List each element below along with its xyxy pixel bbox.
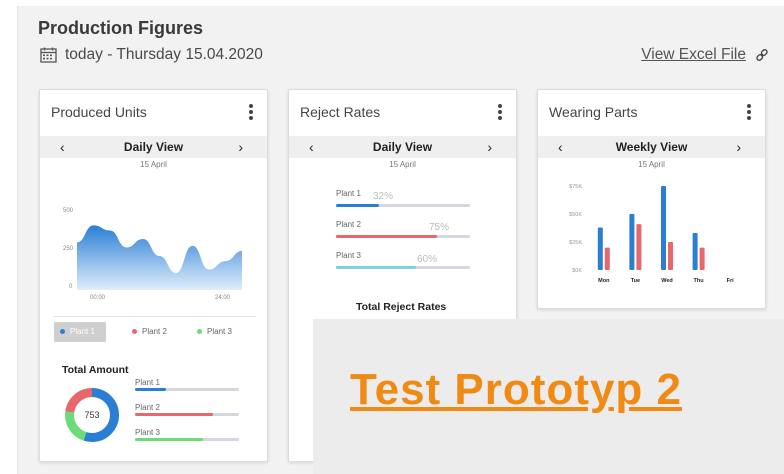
bar-thu-plant-2 xyxy=(699,247,705,270)
y-tick: 250 xyxy=(63,246,74,252)
plant-3-bar-fill xyxy=(135,438,203,441)
plant-3-label: Plant 3 xyxy=(135,428,160,437)
next-arrow-icon[interactable]: › xyxy=(736,136,741,158)
link-icon[interactable] xyxy=(755,48,769,62)
y-tick-label: $0K xyxy=(572,268,582,274)
legend-plant-2[interactable]: Plant 2 xyxy=(126,322,167,342)
plant-1-bar xyxy=(135,388,239,391)
plant-2-label: Plant 2 xyxy=(135,403,160,412)
plant-3-bar xyxy=(135,438,239,441)
view-selector: ‹ Daily View › xyxy=(40,136,267,158)
donut-center-value: 753 xyxy=(84,410,99,420)
x-tick: 00:00 xyxy=(90,295,106,301)
produced-units-card: Produced Units ‹ Daily View › 15 April 5… xyxy=(39,89,268,462)
area-series-plant-1 xyxy=(77,225,242,290)
x-tick-label: Fri xyxy=(727,278,735,284)
view-label: Daily View xyxy=(372,140,433,154)
view-label: Daily View xyxy=(123,140,184,154)
y-tick-label: $50K xyxy=(569,212,582,218)
test-prototype-link[interactable]: Test Prototyp 2 xyxy=(350,365,682,415)
view-label: Weekly View xyxy=(615,140,688,154)
card-title: Reject Rates xyxy=(300,104,381,120)
more-options-icon[interactable] xyxy=(249,104,253,120)
view-excel-file-link[interactable]: View Excel File xyxy=(641,46,746,64)
view-date: 15 April xyxy=(140,160,167,169)
prototype-overlay: Test Prototyp 2 xyxy=(313,319,784,474)
view-selector: ‹ Weekly View › xyxy=(538,136,765,158)
more-options-icon[interactable] xyxy=(498,104,502,120)
bar-tue-plant-2 xyxy=(636,224,642,270)
current-date: today - Thursday 15.04.2020 xyxy=(65,46,263,63)
plant-3-reject-fill xyxy=(336,266,417,269)
view-date: 15 April xyxy=(638,160,665,169)
bar-tue-plant-1 xyxy=(629,214,635,270)
plant-1-label: Plant 1 xyxy=(135,378,160,387)
calendar-icon xyxy=(40,47,57,63)
legend-plant-3[interactable]: Plant 3 xyxy=(191,322,232,342)
plant-2-bar-fill xyxy=(135,413,213,416)
card-title: Produced Units xyxy=(51,104,147,120)
x-tick: 24:00 xyxy=(215,295,231,301)
bar-mon-plant-2 xyxy=(604,247,610,270)
x-tick-label: Mon xyxy=(598,278,610,284)
x-tick-label: Tue xyxy=(631,278,640,284)
legend-dot xyxy=(197,329,202,335)
plant-3-reject-bar xyxy=(336,266,470,269)
bar-wed-plant-2 xyxy=(668,242,673,270)
view-date: 15 April xyxy=(389,160,416,169)
y-tick: 500 xyxy=(63,208,74,214)
plant-2-label: Plant 2 xyxy=(336,220,361,229)
prev-arrow-icon[interactable]: ‹ xyxy=(309,136,314,158)
plant-1-reject-pct: 32% xyxy=(373,191,394,202)
plant-1-reject-fill xyxy=(336,204,379,207)
bar-wed-plant-1 xyxy=(661,186,666,270)
legend-plant-1[interactable]: Plant 1 xyxy=(54,322,106,342)
plant-2-reject-fill xyxy=(336,235,437,238)
x-tick-label: Thu xyxy=(694,278,704,284)
x-tick-label: Wed xyxy=(661,278,673,284)
bar-thu-plant-1 xyxy=(692,233,698,270)
next-arrow-icon[interactable]: › xyxy=(487,136,492,158)
plant-2-reject-pct: 75% xyxy=(429,222,450,233)
legend-dot xyxy=(60,329,65,335)
legend-dot xyxy=(132,329,137,335)
chart-legend: Plant 1 Plant 2 Plant 3 xyxy=(54,322,254,342)
plant-3-label: Plant 3 xyxy=(336,251,361,260)
total-amount-donut: 753 xyxy=(65,388,119,442)
plant-2-bar xyxy=(135,413,239,416)
y-tick: 0 xyxy=(69,284,73,290)
production-figures-page: Production Figures today - Thursday 15.0… xyxy=(17,6,784,474)
plant-2-reject-bar xyxy=(336,235,470,238)
total-reject-rates-title: Total Reject Rates xyxy=(356,301,447,313)
page-title: Production Figures xyxy=(38,18,204,38)
more-options-icon[interactable] xyxy=(747,104,751,120)
plant-1-bar-fill xyxy=(135,388,167,391)
view-selector: ‹ Daily View › xyxy=(289,136,516,158)
wearing-parts-card: Wearing Parts ‹ Weekly View › 15 April $… xyxy=(537,89,766,309)
y-tick-label: $25K xyxy=(569,240,582,246)
prev-arrow-icon[interactable]: ‹ xyxy=(558,136,563,158)
plant-3-reject-pct: 60% xyxy=(417,254,438,265)
wearing-parts-bar-chart: $0K $25K $50K $75K Mon Tue Wed Thu Fri xyxy=(569,184,735,284)
produced-area-chart xyxy=(77,225,242,290)
total-amount-title: Total Amount xyxy=(62,364,129,376)
date-row: today - Thursday 15.04.2020 xyxy=(40,46,263,64)
next-arrow-icon[interactable]: › xyxy=(238,136,243,158)
card-title: Wearing Parts xyxy=(549,104,638,120)
prev-arrow-icon[interactable]: ‹ xyxy=(60,136,65,158)
plant-1-label: Plant 1 xyxy=(336,189,361,198)
bar-mon-plant-1 xyxy=(597,227,603,270)
plant-1-reject-bar xyxy=(336,204,470,207)
y-tick-label: $75K xyxy=(569,184,582,190)
